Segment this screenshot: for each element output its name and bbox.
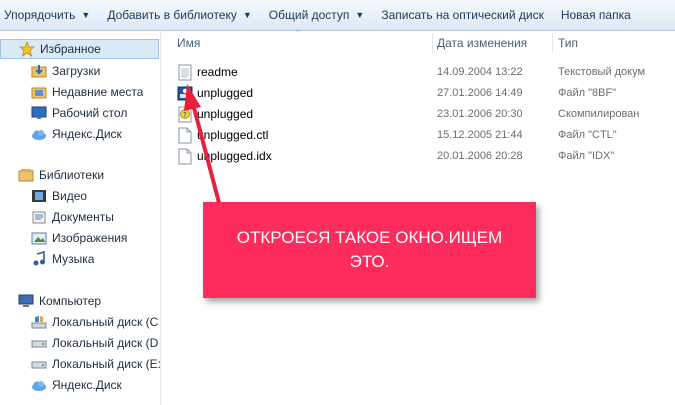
file-date: 20.01.2006 20:28 (437, 150, 523, 162)
column-date-header[interactable]: Дата изменения (437, 31, 527, 55)
annotation-text: ОТКРОЕСЯ ТАКОЕ ОКНО.ИЩЕМ ЭТО. (236, 228, 503, 271)
file-date: 27.01.2006 14:49 (437, 87, 523, 99)
desktop-icon (31, 105, 47, 121)
sidebar-item-label: Компьютер (39, 294, 102, 308)
file-type: Скомпилирован (558, 108, 640, 120)
file-type: Файл "8BF" (558, 87, 617, 99)
file-row-unplugged-chm[interactable]: ? unplugged 23.01.2006 20:30 Скомпилиров… (161, 104, 675, 125)
sidebar-item-recent-places[interactable]: Недавние места (0, 82, 160, 102)
add-to-library-label: Добавить в библиотеку (107, 8, 237, 22)
computer-icon (18, 293, 34, 309)
file-row-readme[interactable]: readme 14.09.2004 13:22 Текстовый докум (161, 62, 675, 83)
column-divider[interactable] (432, 33, 433, 53)
sidebar-item-label: Локальный диск (C (52, 315, 159, 329)
sidebar-item-desktop[interactable]: Рабочий стол (0, 103, 160, 123)
drive-icon (31, 356, 47, 372)
file-name: unplugged (197, 86, 254, 100)
star-icon (18, 40, 36, 57)
file-row-unplugged-ctl[interactable]: unplugged.ctl 15.12.2005 21:44 Файл "CTL… (161, 125, 675, 146)
downloads-folder-icon (31, 63, 47, 79)
sidebar-item-documents[interactable]: Документы (0, 207, 160, 227)
sidebar-item-label: Избранное (40, 42, 101, 56)
sidebar-item-label: Яндекс.Диск (52, 127, 122, 141)
sidebar-item-music[interactable]: Музыка (0, 249, 160, 269)
sidebar-item-label: Изображения (52, 231, 128, 245)
file-date: 14.09.2004 13:22 (437, 66, 523, 78)
file-name: unplugged.idx (197, 149, 272, 163)
generic-file-icon (177, 148, 193, 165)
burn-button[interactable]: Записать на оптический диск (377, 0, 557, 30)
sidebar-item-label: Локальный диск (D (52, 336, 159, 350)
sidebar-item-yandex-disk[interactable]: Яндекс.Диск (0, 124, 160, 144)
sidebar-item-label: Яндекс.Диск (52, 378, 122, 392)
sidebar-item-label: Рабочий стол (52, 106, 128, 120)
file-date: 15.12.2005 21:44 (437, 129, 523, 141)
sidebar-item-computer[interactable]: Компьютер (0, 291, 160, 311)
add-to-library-button[interactable]: Добавить в библиотеку ▼ (103, 0, 264, 30)
recent-places-icon (31, 84, 47, 100)
column-name-header[interactable]: Имя (177, 31, 200, 55)
sidebar-item-downloads[interactable]: Загрузки (0, 61, 160, 81)
navigation-pane: Избранное Загрузки Недавние места Рабочи… (0, 31, 161, 405)
file-name: readme (197, 65, 238, 79)
sidebar-item-label: Локальный диск (E: (52, 357, 161, 371)
sidebar-item-label: Видео (52, 189, 88, 203)
sidebar-item-label: Музыка (52, 252, 95, 266)
command-bar: Упорядочить ▼ Добавить в библиотеку ▼ Об… (0, 0, 675, 31)
file-type: Файл "CTL" (558, 129, 617, 141)
text-file-icon (177, 64, 193, 81)
sidebar-item-label: Библиотеки (39, 168, 105, 182)
share-label: Общий доступ (268, 8, 350, 22)
sidebar-item-video[interactable]: Видео (0, 186, 160, 206)
sort-ascending-icon: ⌃ (294, 28, 302, 38)
cloud-icon (31, 126, 47, 142)
drive-c-icon (31, 314, 47, 330)
burn-label: Записать на оптический диск (381, 8, 544, 22)
generic-file-icon (177, 127, 193, 144)
column-type-header[interactable]: Тип (558, 31, 578, 55)
sidebar-item-drive-e[interactable]: Локальный диск (E: (0, 354, 161, 374)
new-folder-label: Новая папка (560, 8, 631, 22)
sidebar-item-favorites[interactable]: Избранное (0, 39, 159, 59)
plugin-file-icon (177, 85, 193, 102)
svg-text:?: ? (183, 111, 187, 119)
column-divider[interactable] (552, 33, 553, 53)
file-name: unplugged.ctl (197, 128, 269, 142)
sidebar-item-drive-c[interactable]: Локальный диск (C (0, 312, 160, 332)
sidebar-item-libraries[interactable]: Библиотеки (0, 165, 160, 185)
library-icon (18, 167, 34, 183)
file-name: unplugged (197, 107, 254, 121)
sidebar-item-yandex-disk-2[interactable]: Яндекс.Диск (0, 375, 160, 395)
documents-icon (31, 209, 47, 225)
dropdown-arrow-icon: ▼ (81, 10, 91, 20)
share-button[interactable]: Общий доступ ▼ (265, 0, 378, 30)
video-icon (31, 188, 47, 204)
pictures-icon (31, 230, 47, 246)
file-date: 23.01.2006 20:30 (437, 108, 523, 120)
sidebar-item-drive-d[interactable]: Локальный диск (D (0, 333, 160, 353)
sidebar-item-label: Загрузки (52, 64, 101, 78)
dropdown-arrow-icon: ▼ (242, 10, 252, 20)
file-type: Файл "IDX" (558, 150, 615, 162)
drive-icon (31, 335, 47, 351)
sidebar-item-label: Документы (52, 210, 114, 224)
cloud-icon (31, 377, 47, 393)
new-folder-button[interactable]: Новая папка (557, 0, 644, 30)
organize-label: Упорядочить (4, 8, 76, 22)
music-icon (31, 250, 47, 267)
file-type: Текстовый докум (558, 66, 646, 78)
file-row-unplugged-idx[interactable]: unplugged.idx 20.01.2006 20:28 Файл "IDX… (161, 146, 675, 167)
column-header: ⌃ Имя Дата изменения Тип (161, 28, 675, 55)
organize-button[interactable]: Упорядочить ▼ (0, 0, 103, 30)
file-row-unplugged-8bf[interactable]: unplugged 27.01.2006 14:49 Файл "8BF" (161, 83, 675, 104)
compiled-help-icon: ? (177, 106, 193, 123)
sidebar-item-pictures[interactable]: Изображения (0, 228, 160, 248)
dropdown-arrow-icon: ▼ (355, 10, 365, 20)
annotation-callout: ОТКРОЕСЯ ТАКОЕ ОКНО.ИЩЕМ ЭТО. (203, 202, 536, 298)
sidebar-item-label: Недавние места (52, 85, 144, 99)
